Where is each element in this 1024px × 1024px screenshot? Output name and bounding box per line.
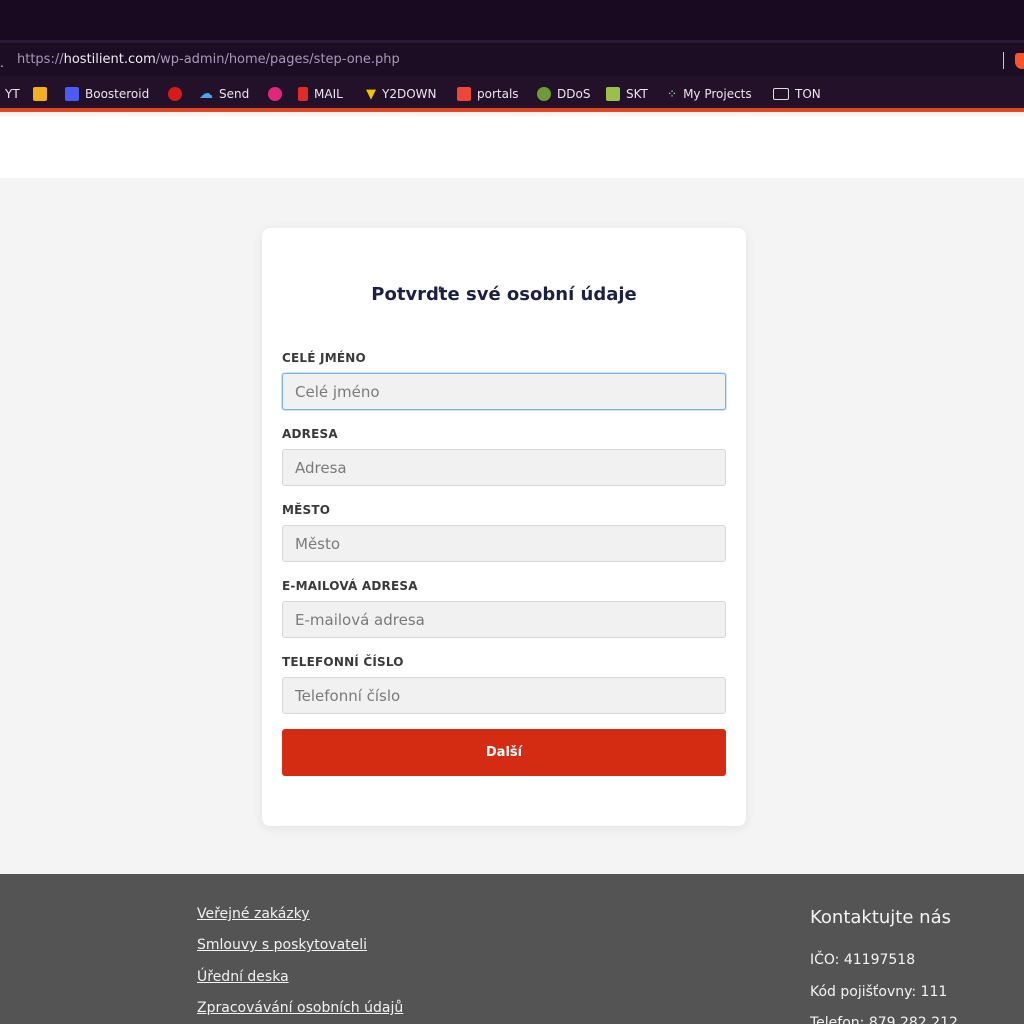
personal-details-card: Potvrďte své osobní údaje CELÉ JMÉNO ADR… bbox=[262, 228, 746, 826]
cloud-upload-icon: ☁ bbox=[199, 86, 213, 102]
yellow-folder-icon bbox=[33, 87, 47, 101]
full-name-label: CELÉ JMÉNO bbox=[282, 351, 366, 365]
bookmark-skt[interactable]: SKT bbox=[606, 86, 648, 102]
address-bar[interactable]: . https://hostilient.com/wp-admin/home/p… bbox=[0, 40, 1024, 76]
address-input[interactable] bbox=[282, 449, 726, 486]
bookmark-y2down[interactable]: ▼ Y2DOWN bbox=[366, 86, 437, 102]
pink-flower-icon bbox=[268, 87, 282, 101]
footer-link-notice-board[interactable]: Úřední deska bbox=[197, 969, 289, 985]
email-input[interactable] bbox=[282, 601, 726, 638]
footer-link-personal-data[interactable]: Zpracovávání osobních údajů bbox=[197, 1000, 403, 1016]
y2down-icon: ▼ bbox=[366, 86, 376, 102]
bookmarks-bar: YT Boosteroid ☁ Send MAIL ▼ Y2DOWN porta… bbox=[0, 76, 1024, 112]
skt-icon bbox=[606, 87, 620, 101]
bookmark-ton[interactable]: TON bbox=[773, 86, 821, 102]
dots-icon: ⁘ bbox=[667, 87, 678, 101]
red-dot-icon bbox=[168, 87, 182, 101]
full-name-input[interactable] bbox=[282, 373, 726, 410]
bookmark-pink[interactable] bbox=[268, 86, 282, 102]
bookmark-portals[interactable]: portals bbox=[457, 86, 519, 102]
contact-heading: Kontaktujte nás bbox=[810, 907, 951, 928]
phone-label: TELEFONNÍ ČÍSLO bbox=[282, 655, 404, 669]
form-title: Potvrďte své osobní údaje bbox=[371, 284, 637, 305]
next-button[interactable]: Další bbox=[282, 729, 726, 776]
bookmark-my-projects[interactable]: ⁘ My Projects bbox=[667, 86, 752, 102]
bookmark-mail[interactable]: MAIL bbox=[298, 86, 343, 102]
browser-tab-strip bbox=[0, 0, 1024, 40]
brave-shield-icon[interactable] bbox=[1015, 53, 1024, 69]
bookmark-label: SKT bbox=[626, 87, 648, 101]
bookmark-red-dot[interactable] bbox=[168, 86, 182, 102]
url-text[interactable]: https://hostilient.com/wp-admin/home/pag… bbox=[17, 52, 400, 67]
bookmark-label: My Projects bbox=[683, 87, 752, 101]
footer-link-public-contracts[interactable]: Veřejné zakázky bbox=[197, 906, 310, 922]
url-edge-mark: . bbox=[0, 56, 4, 70]
email-label: E-MAILOVÁ ADRESA bbox=[282, 579, 418, 593]
footer-link-provider-contracts[interactable]: Smlouvy s poskytovateli bbox=[197, 937, 367, 953]
bookmark-yellow[interactable] bbox=[33, 86, 47, 102]
bookmark-yt[interactable]: YT bbox=[5, 86, 20, 102]
bookmark-label: Y2DOWN bbox=[382, 87, 437, 101]
contact-insurer-code: Kód pojišťovny: 111 bbox=[810, 984, 948, 1000]
boosteroid-icon bbox=[65, 87, 79, 101]
portals-icon bbox=[457, 87, 471, 101]
mail-icon bbox=[298, 87, 308, 101]
bookmark-label: Send bbox=[219, 87, 250, 101]
bookmark-boosteroid[interactable]: Boosteroid bbox=[65, 86, 149, 102]
contact-phone: Telefon: 879 282 212 bbox=[810, 1015, 958, 1024]
bookmark-label: YT bbox=[5, 87, 20, 101]
folder-icon bbox=[773, 88, 789, 100]
contact-ico: IČO: 41197518 bbox=[810, 952, 916, 968]
bookmark-label: portals bbox=[477, 87, 519, 101]
city-input[interactable] bbox=[282, 525, 726, 562]
page-header bbox=[0, 116, 1024, 178]
bookmark-label: Boosteroid bbox=[85, 87, 150, 101]
bookmark-label: MAIL bbox=[314, 87, 343, 101]
footer: Veřejné zakázky Smlouvy s poskytovateli … bbox=[0, 874, 1024, 1024]
toolbar-separator bbox=[1003, 52, 1004, 69]
ddos-icon bbox=[537, 87, 551, 101]
bookmark-label: DDoS bbox=[557, 87, 591, 101]
city-label: MĚSTO bbox=[282, 503, 331, 517]
bookmark-send[interactable]: ☁ Send bbox=[199, 86, 249, 102]
bookmark-label: TON bbox=[795, 87, 821, 101]
phone-input[interactable] bbox=[282, 677, 726, 714]
bookmark-ddos[interactable]: DDoS bbox=[537, 86, 590, 102]
address-label: ADRESA bbox=[282, 427, 338, 441]
